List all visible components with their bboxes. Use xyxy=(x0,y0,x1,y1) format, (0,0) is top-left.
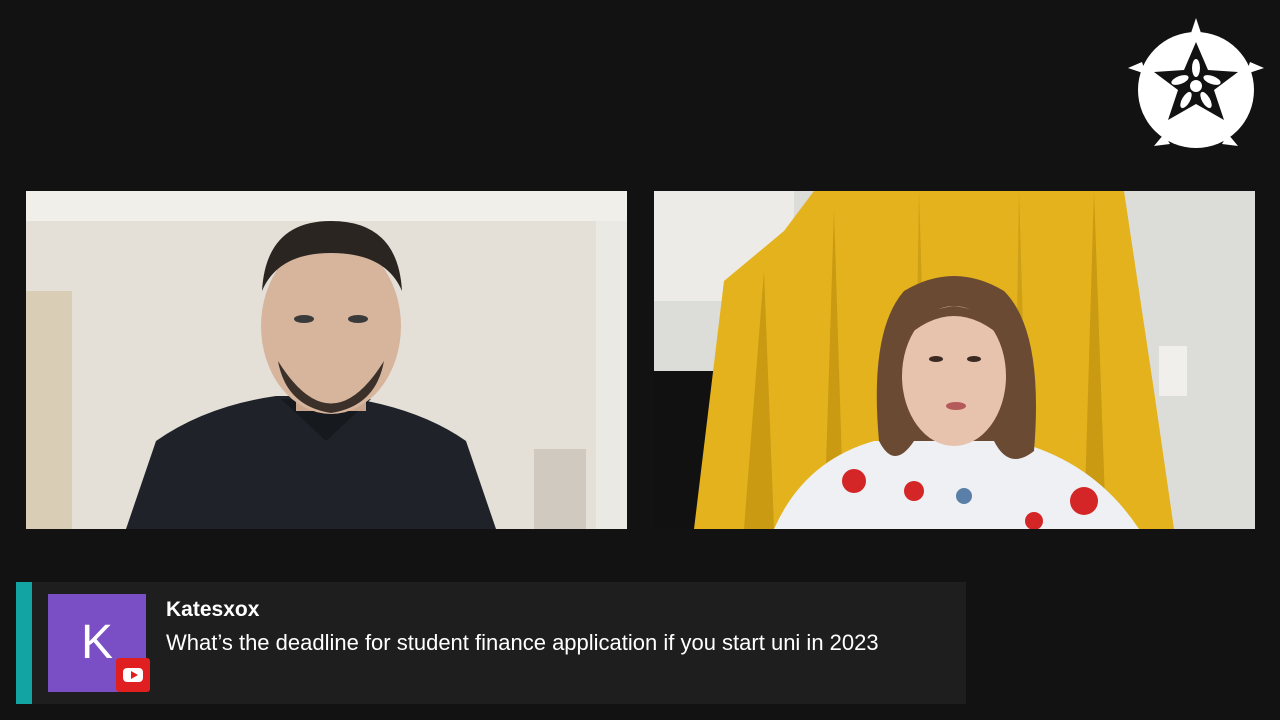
chat-comment: K Katesxox What’s the deadline for stude… xyxy=(16,582,966,704)
comment-author: Katesxox xyxy=(166,598,260,621)
host-video-frame xyxy=(26,191,627,529)
guest-video-frame xyxy=(654,191,1255,529)
youtube-icon xyxy=(116,658,150,692)
video-tile-guest xyxy=(654,191,1255,529)
comment-accent-bar xyxy=(16,582,32,704)
video-tile-host xyxy=(26,191,627,529)
rose-emblem-icon xyxy=(1128,18,1264,148)
comment-message: What’s the deadline for student finance … xyxy=(166,630,879,655)
